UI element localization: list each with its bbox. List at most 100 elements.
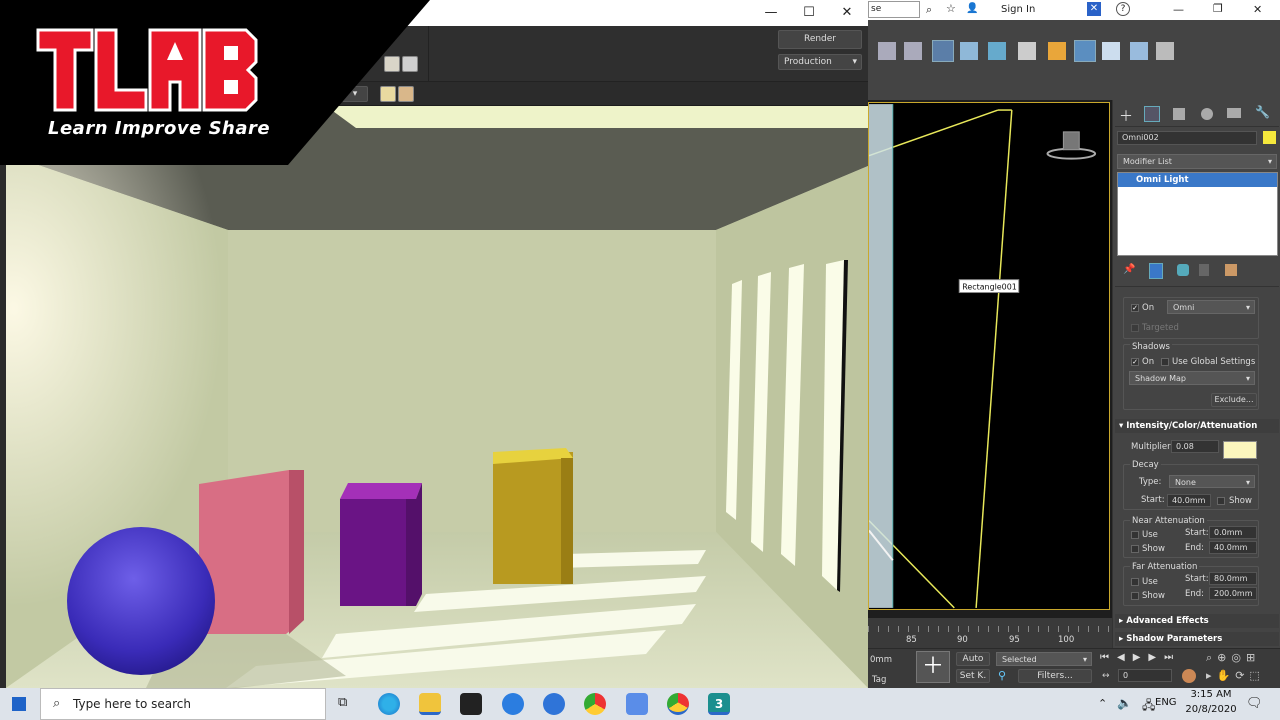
targeted-checkbox[interactable] [1131, 324, 1139, 332]
render-setup-icon[interactable] [1048, 42, 1066, 60]
multiplier-spinner[interactable]: 0.08 [1171, 440, 1219, 453]
star-icon[interactable]: ☆ [946, 2, 956, 15]
binoculars-icon[interactable]: ⌕ [926, 3, 932, 17]
layer-explorer-icon[interactable] [904, 42, 922, 60]
near-use-checkbox[interactable] [1131, 531, 1139, 539]
a360-gallery-icon[interactable] [1156, 42, 1174, 60]
key-filter-dropdown[interactable]: Selected [996, 652, 1092, 666]
modifier-stack-item[interactable]: Omni Light [1118, 173, 1277, 187]
close-button[interactable]: ✕ [828, 0, 866, 26]
object-name-field[interactable]: Omni002 [1117, 131, 1257, 145]
minimize-button[interactable]: — [752, 0, 790, 26]
render-button[interactable]: Render [778, 30, 862, 49]
viewport-perspective[interactable]: Rectangle001 [868, 102, 1110, 610]
viewcube-icon[interactable] [1046, 131, 1097, 160]
clock-time[interactable]: 3:15 AM [1188, 689, 1234, 700]
shadow-parameters-rollout-header[interactable]: ▸ Shadow Parameters [1115, 632, 1279, 646]
shadows-on-checkbox[interactable]: ✓ [1131, 358, 1139, 366]
store-icon[interactable] [460, 693, 482, 715]
maximize-button[interactable]: ☐ [790, 0, 828, 26]
decay-type-dropdown[interactable]: None [1169, 475, 1255, 489]
viewport-nav-controls[interactable]: ⌕⊕◎⊞ [1206, 651, 1260, 665]
render-in-cloud-icon[interactable] [1130, 42, 1148, 60]
windows-start-icon[interactable] [12, 697, 26, 711]
key-mode-icon[interactable]: ⚲ [998, 669, 1012, 683]
far-end-spinner[interactable]: 200.0mm [1209, 587, 1257, 600]
current-frame-spinner[interactable]: 0 [1118, 669, 1172, 682]
modify-tab-icon[interactable] [1144, 106, 1160, 122]
notification-center-icon[interactable]: 🗨 [1246, 696, 1263, 711]
edge-browser-icon[interactable] [378, 693, 400, 715]
remove-modifier-icon[interactable] [1199, 264, 1209, 276]
use-global-settings-checkbox[interactable] [1161, 358, 1169, 366]
intensity-rollout-header[interactable]: ▾ Intensity/Color/Attenuation [1115, 419, 1279, 433]
pin-stack-icon[interactable]: 📌 [1123, 264, 1135, 275]
key-filters-button[interactable]: Filters... [1018, 669, 1092, 683]
network-icon[interactable]: 🖧 [1142, 696, 1155, 717]
exclude-button[interactable]: Exclude... [1211, 393, 1257, 407]
minimize-button[interactable]: — [1173, 3, 1184, 16]
near-show-checkbox[interactable] [1131, 545, 1139, 553]
create-tab-icon[interactable]: ＋ [1119, 106, 1133, 126]
sign-in-link[interactable]: Sign In [1001, 4, 1035, 15]
render-mode-label: Production [784, 57, 832, 67]
messenger-icon[interactable] [543, 693, 565, 715]
near-start-spinner[interactable]: 0.0mm [1209, 526, 1257, 539]
volume-icon[interactable]: 🔈 [1117, 696, 1132, 710]
clock-date[interactable]: 20/8/2020 [1184, 704, 1238, 715]
far-show-checkbox[interactable] [1131, 592, 1139, 600]
utilities-tab-icon[interactable]: 🔧 [1255, 105, 1270, 119]
rollout-expand-icon: ▸ [1119, 616, 1124, 626]
motion-tab-icon[interactable] [1201, 108, 1213, 120]
render-production-icon[interactable] [1102, 42, 1120, 60]
taskbar-search-box[interactable]: ⌕ Type here to search [40, 688, 326, 720]
skype-icon[interactable] [502, 693, 524, 715]
playback-controls[interactable]: ⏮◀▶▶⏭ [1100, 652, 1181, 663]
light-color-swatch[interactable] [1223, 441, 1257, 459]
display-tab-icon[interactable] [1227, 108, 1241, 118]
restore-button[interactable]: ❐ [1213, 2, 1223, 15]
decay-show-checkbox[interactable] [1217, 497, 1225, 505]
curve-editor-icon[interactable] [960, 42, 978, 60]
show-end-result-icon[interactable] [1149, 263, 1163, 279]
set-key-big-icon[interactable]: ＋ [916, 651, 950, 683]
material-editor-icon[interactable] [1018, 42, 1036, 60]
modifier-list-dropdown[interactable]: Modifier List [1117, 154, 1277, 169]
far-start-spinner[interactable]: 80.0mm [1209, 572, 1257, 585]
autodesk-x-icon[interactable]: ✕ [1087, 2, 1101, 16]
far-use-checkbox[interactable] [1131, 578, 1139, 586]
search-input[interactable]: se [868, 1, 920, 18]
shadow-type-dropdown[interactable]: Shadow Map [1129, 371, 1255, 385]
show-hidden-icons-chevron[interactable]: ⌃ [1098, 697, 1107, 710]
advanced-effects-rollout-header[interactable]: ▸ Advanced Effects [1115, 614, 1279, 628]
make-unique-icon[interactable] [1177, 264, 1189, 276]
close-button[interactable]: ✕ [1253, 3, 1262, 16]
user-icon[interactable]: 👤 [966, 3, 978, 14]
toggle-ribbon-icon[interactable] [932, 40, 954, 62]
object-color-swatch[interactable] [1263, 131, 1276, 144]
light-on-checkbox[interactable]: ✓ [1131, 304, 1139, 312]
configure-sets-icon[interactable] [1225, 264, 1237, 276]
time-config-icon[interactable] [1182, 669, 1196, 683]
hierarchy-tab-icon[interactable] [1173, 108, 1185, 120]
render-mode-dropdown[interactable]: Production ▾ [778, 54, 862, 70]
time-slider-ruler[interactable]: 85 90 95 100 [868, 618, 1112, 648]
key-mode-toggle-icon[interactable]: ↔ [1102, 671, 1110, 681]
light-type-dropdown[interactable]: Omni [1167, 300, 1255, 314]
scene-explorer-icon[interactable] [878, 42, 896, 60]
near-end-spinner[interactable]: 40.0mm [1209, 541, 1257, 554]
schematic-view-icon[interactable] [988, 42, 1006, 60]
chrome-profile-icon[interactable] [667, 693, 689, 715]
task-view-icon[interactable]: ⧉ [338, 695, 347, 710]
rendered-frame-window-icon[interactable] [1074, 40, 1096, 62]
help-icon[interactable]: ? [1116, 2, 1130, 16]
viewport-nav-controls-2[interactable]: ▸✋⟳⬚ [1206, 669, 1265, 682]
file-explorer-icon[interactable] [419, 693, 441, 715]
auto-key-button[interactable]: Auto [956, 652, 990, 666]
decay-start-spinner[interactable]: 40.0mm [1167, 494, 1211, 507]
3ds-max-icon[interactable]: 3 [708, 693, 730, 715]
chrome-icon[interactable] [584, 693, 606, 715]
app-bird-icon[interactable] [626, 693, 648, 715]
set-key-button[interactable]: Set K. [956, 669, 990, 683]
language-indicator[interactable]: ENG [1155, 697, 1177, 708]
